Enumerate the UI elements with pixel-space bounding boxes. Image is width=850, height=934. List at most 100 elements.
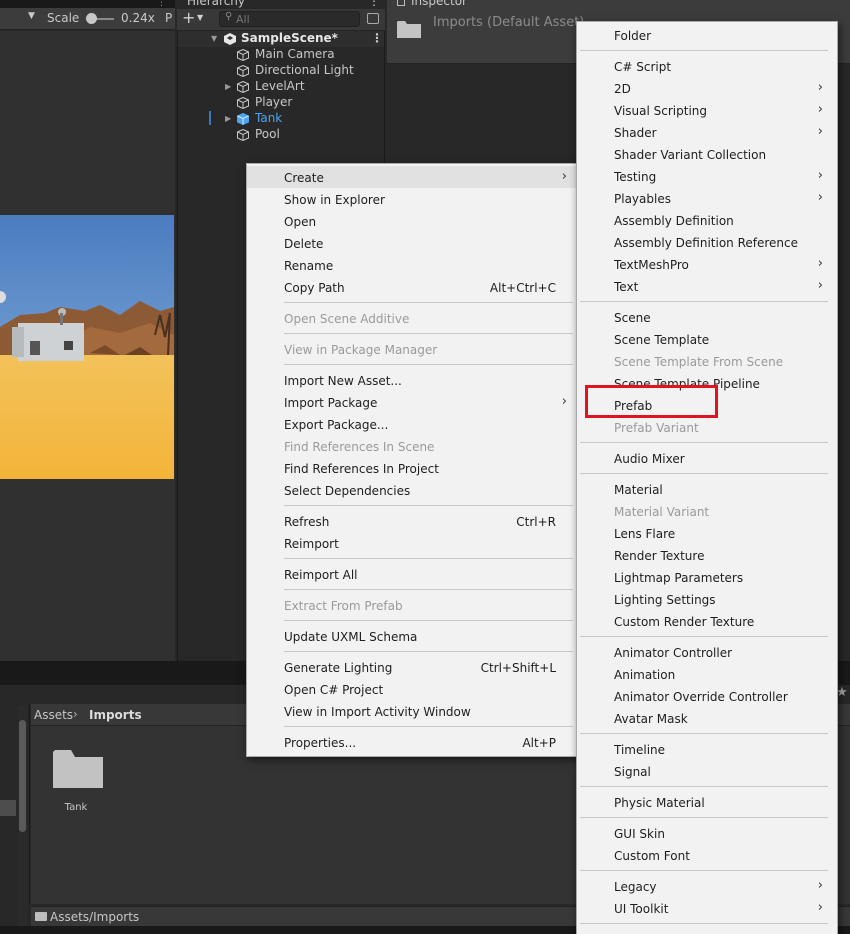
create-item-legacy[interactable]: Legacy › — [577, 875, 837, 897]
hierarchy-tab[interactable]: Hierarchy ⋮ — [177, 0, 385, 9]
create-item-text[interactable]: Text › — [577, 275, 837, 297]
shortcut-label: Alt+P — [522, 736, 556, 750]
scene-visibility-icon[interactable] — [367, 13, 379, 24]
hierarchy-item-main-camera[interactable]: Main Camera — [178, 47, 384, 63]
gameobject-cube-icon — [237, 129, 249, 141]
create-item-assembly-definition[interactable]: Assembly Definition — [577, 209, 837, 231]
hierarchy-tab-title: Hierarchy — [187, 0, 246, 8]
menu-item-copy-path[interactable]: Copy Path Alt+Ctrl+C — [247, 276, 577, 298]
create-item-animation[interactable]: Animation — [577, 663, 837, 685]
scene-row[interactable]: ▼ SampleScene* ⋮ — [178, 31, 384, 47]
menu-separator — [284, 505, 573, 506]
hierarchy-search-input[interactable] — [236, 13, 356, 25]
menu-item-label: Material — [614, 483, 663, 497]
menu-item-generate-lighting[interactable]: Generate Lighting Ctrl+Shift+L — [247, 656, 577, 678]
hierarchy-item-directional-light[interactable]: Directional Light — [178, 63, 384, 79]
expand-arrow-icon[interactable]: ▶ — [225, 114, 231, 123]
more-icon[interactable]: ⋮ — [157, 0, 166, 8]
hierarchy-search[interactable]: ⚲ — [219, 11, 360, 27]
menu-item-refresh[interactable]: Refresh Ctrl+R — [247, 510, 577, 532]
create-item-shader[interactable]: Shader › — [577, 121, 837, 143]
create-item-animator-controller[interactable]: Animator Controller — [577, 641, 837, 663]
menu-item-reimport[interactable]: Reimport — [247, 532, 577, 554]
menu-item-view-in-import-activity-window[interactable]: View in Import Activity Window — [247, 700, 577, 722]
create-item-custom-render-texture[interactable]: Custom Render Texture — [577, 610, 837, 632]
create-item-render-texture[interactable]: Render Texture — [577, 544, 837, 566]
scrollbar-thumb[interactable] — [19, 720, 26, 832]
dropdown-arrow-icon[interactable]: ▼ — [197, 13, 203, 22]
submenu-arrow-icon: › — [817, 278, 823, 293]
create-item-audio-mixer[interactable]: Audio Mixer — [577, 447, 837, 469]
expand-arrow-icon[interactable]: ▶ — [225, 82, 231, 91]
create-item-signal[interactable]: Signal — [577, 760, 837, 782]
create-item-lighting-settings[interactable]: Lighting Settings — [577, 588, 837, 610]
create-item-testing[interactable]: Testing › — [577, 165, 837, 187]
submenu-arrow-icon: › — [817, 102, 823, 117]
asset-label[interactable]: Tank — [51, 802, 101, 813]
create-item-folder[interactable]: Folder — [577, 24, 837, 46]
menu-separator — [580, 301, 828, 302]
hierarchy-item-player[interactable]: Player — [178, 95, 384, 111]
menu-item-open-c-project[interactable]: Open C# Project — [247, 678, 577, 700]
create-item-ui-toolkit[interactable]: UI Toolkit › — [577, 897, 837, 919]
expand-arrow-icon[interactable]: ▼ — [211, 34, 217, 43]
menu-item-rename[interactable]: Rename — [247, 254, 577, 276]
breadcrumb-imports[interactable]: Imports — [89, 708, 142, 722]
menu-item-properties[interactable]: Properties... Alt+P — [247, 731, 577, 753]
submenu-arrow-icon: › — [561, 169, 567, 184]
search-icon: ⚲ — [225, 11, 233, 22]
menu-item-import-new-asset[interactable]: Import New Asset... — [247, 369, 577, 391]
add-icon[interactable]: + — [182, 8, 195, 27]
create-item-c-script[interactable]: C# Script — [577, 55, 837, 77]
create-item-material[interactable]: Material — [577, 478, 837, 500]
create-item-scene-template-from-scene: Scene Template From Scene — [577, 350, 837, 372]
dropdown-arrow-icon[interactable]: ▼ — [28, 11, 35, 21]
inspector-tab[interactable]: Inspector — [387, 0, 850, 9]
menu-item-delete[interactable]: Delete — [247, 232, 577, 254]
menu-item-export-package[interactable]: Export Package... — [247, 413, 577, 435]
hierarchy-item-levelart[interactable]: ▶ LevelArt — [178, 79, 384, 95]
create-item-gui-skin[interactable]: GUI Skin — [577, 822, 837, 844]
create-item-lens-flare[interactable]: Lens Flare — [577, 522, 837, 544]
create-item-physic-material[interactable]: Physic Material — [577, 791, 837, 813]
create-item-timeline[interactable]: Timeline — [577, 738, 837, 760]
game-view[interactable] — [0, 215, 174, 479]
toolbar-truncated-label[interactable]: P — [165, 11, 172, 25]
menu-item-reimport-all[interactable]: Reimport All — [247, 563, 577, 585]
hierarchy-item-tank[interactable]: ▶ Tank — [178, 111, 384, 127]
scale-slider-knob[interactable] — [86, 13, 97, 24]
create-item-playables[interactable]: Playables › — [577, 187, 837, 209]
menu-item-update-uxml-schema[interactable]: Update UXML Schema — [247, 625, 577, 647]
breadcrumb-assets[interactable]: Assets — [34, 708, 73, 722]
selected-folder-row[interactable] — [0, 800, 16, 816]
create-item-custom-font[interactable]: Custom Font — [577, 844, 837, 866]
menu-item-create[interactable]: Create › — [247, 166, 577, 188]
folder-icon[interactable] — [53, 748, 103, 788]
menu-item-find-references-in-project[interactable]: Find References In Project — [247, 457, 577, 479]
create-item-animator-override-controller[interactable]: Animator Override Controller — [577, 685, 837, 707]
create-item-assembly-definition-reference[interactable]: Assembly Definition Reference — [577, 231, 837, 253]
menu-item-open[interactable]: Open — [247, 210, 577, 232]
more-icon[interactable]: ⋮ — [371, 31, 383, 45]
more-icon[interactable]: ⋮ — [368, 0, 380, 8]
create-item-2d[interactable]: 2D › — [577, 77, 837, 99]
create-item-shader-variant-collection[interactable]: Shader Variant Collection — [577, 143, 837, 165]
create-item-scene-template[interactable]: Scene Template — [577, 328, 837, 350]
menu-item-import-package[interactable]: Import Package › — [247, 391, 577, 413]
create-item-textmeshpro[interactable]: TextMeshPro › — [577, 253, 837, 275]
menu-separator — [284, 651, 573, 652]
menu-item-show-in-explorer[interactable]: Show in Explorer — [247, 188, 577, 210]
menu-item-label: View in Package Manager — [284, 343, 438, 357]
menu-item-label: Render Texture — [614, 549, 705, 563]
create-item-avatar-mask[interactable]: Avatar Mask — [577, 707, 837, 729]
menu-item-select-dependencies[interactable]: Select Dependencies — [247, 479, 577, 501]
menu-item-label: Select Dependencies — [284, 484, 411, 498]
menu-item-label: Timeline — [614, 743, 666, 757]
create-item-scene[interactable]: Scene — [577, 306, 837, 328]
create-item-lightmap-parameters[interactable]: Lightmap Parameters — [577, 566, 837, 588]
menu-separator — [580, 50, 828, 51]
menu-item-label: Reimport — [284, 537, 339, 551]
hierarchy-item-label: LevelArt — [255, 79, 305, 93]
hierarchy-item-pool[interactable]: Pool — [178, 127, 384, 143]
create-item-visual-scripting[interactable]: Visual Scripting › — [577, 99, 837, 121]
